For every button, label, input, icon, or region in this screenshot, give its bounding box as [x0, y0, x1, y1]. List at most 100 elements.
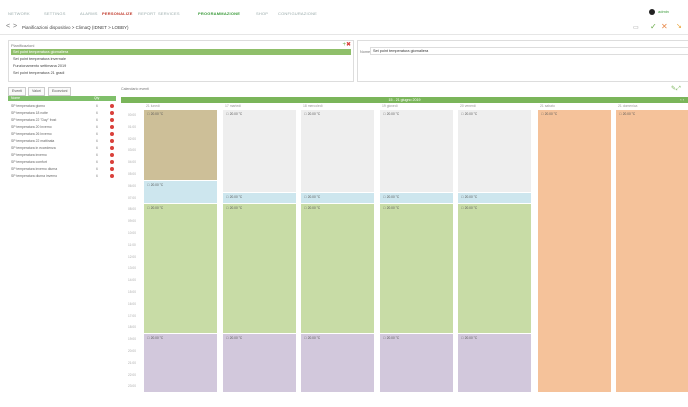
delete-event-icon[interactable]: [110, 174, 114, 178]
schedule-block[interactable]: ☐ 20.00 °C: [301, 334, 374, 393]
event-list-item[interactable]: SP temperatura 22 mattinata 6: [8, 138, 116, 144]
schedule-block[interactable]: ☐ 20.00 °C: [301, 204, 374, 334]
day-header: 18 mercoledì: [303, 104, 323, 108]
nav-programmazione[interactable]: PROGRAMMAZIONE: [198, 11, 240, 16]
schedule-block[interactable]: ☐ 20.00 °C: [223, 110, 296, 192]
plan-row[interactable]: Set point temperatura 21 gradi: [11, 70, 351, 76]
event-list-item[interactable]: SP temperatura in eccedenza 6: [8, 145, 116, 151]
time-label: 16:00: [128, 301, 136, 306]
schedule-block[interactable]: ☐ 20.00 °C: [301, 110, 374, 192]
delete-event-icon[interactable]: [110, 160, 114, 164]
forward-button[interactable]: >: [13, 23, 17, 30]
day-column[interactable]: ☐ 20.00 °C ☐ 20.00 °C ☐ 20.00 °C ☐ 20.00 °C: [458, 110, 531, 393]
schedule-block[interactable]: ☐ 20.00 °C: [223, 204, 296, 334]
delete-event-icon[interactable]: [110, 139, 114, 143]
nav-services[interactable]: SERVICES: [158, 11, 180, 16]
delete-event-icon[interactable]: [110, 125, 114, 129]
nav-configurazione[interactable]: CONFIGURAZIONE: [278, 11, 317, 16]
print-icon[interactable]: ▭: [633, 24, 639, 31]
day-column[interactable]: ☐ 20.00 °C ☐ 20.00 °C ☐ 20.00 °C ☐ 20.00 °C: [301, 110, 374, 393]
plan-row[interactable]: Funzionamento settimana 2019: [11, 63, 351, 69]
nav-alarms[interactable]: ALARMS: [80, 11, 98, 16]
tab-valori[interactable]: Valori: [28, 87, 45, 96]
event-list-item[interactable]: SP temperatura giorno 6: [8, 103, 116, 109]
nav-report[interactable]: REPORT: [138, 11, 156, 16]
block-label: ☐ 20.00 °C: [541, 112, 558, 116]
day-header: 19 giovedì: [382, 104, 398, 108]
top-navigation: NETWORK SETTINGS ALARMS PERSONALIZE REPO…: [0, 0, 688, 20]
schedule-block[interactable]: ☐ 20.00 °C: [223, 334, 296, 393]
schedule-block[interactable]: ☐ 20.00 °C: [144, 334, 217, 393]
schedule-block[interactable]: ☐ 20.00 °C: [458, 192, 531, 204]
user-name[interactable]: admin: [658, 9, 669, 14]
event-list-item[interactable]: SP temperatura comfort 6: [8, 159, 116, 165]
delete-event-icon[interactable]: [110, 153, 114, 157]
nav-network[interactable]: NETWORK: [8, 11, 30, 16]
event-list-item[interactable]: SP temperatura 18 notte 6: [8, 110, 116, 116]
delete-event-icon[interactable]: [110, 111, 114, 115]
schedule-block[interactable]: ☐ 20.00 °C: [144, 110, 217, 180]
maximize-icon[interactable]: ⤢: [676, 86, 681, 92]
event-qty: 6: [96, 118, 98, 122]
block-label: ☐ 20.00 °C: [304, 194, 321, 199]
event-list-item[interactable]: SP temperatura 22 "Day" frost 6: [8, 117, 116, 123]
day-header: 20 venerdì: [460, 104, 477, 108]
delete-event-icon[interactable]: [110, 167, 114, 171]
schedule-block[interactable]: ☐ 20.00 °C: [458, 110, 531, 192]
calendar-header: 15 - 21 giugno 2019 ‹ ›: [121, 97, 688, 103]
schedule-block[interactable]: ☐ 20.00 °C: [301, 192, 374, 204]
schedule-block[interactable]: ☐ 20.00 °C: [380, 204, 453, 334]
day-column[interactable]: ☐ 20.00 °C ☐ 20.00 °C ☐ 20.00 °C ☐ 20.00 °C: [144, 110, 217, 393]
time-label: 00:00: [128, 113, 136, 117]
plan-list-panel: Pianificazioni +✖ Set point temperatura …: [8, 40, 354, 82]
block-label: ☐ 20.00 °C: [304, 336, 321, 341]
schedule-block[interactable]: ☐ 20.00 °C: [223, 192, 296, 204]
plan-row[interactable]: Set point temperatura giornaliera: [11, 49, 351, 55]
nav-settings[interactable]: SETTINGS: [44, 11, 66, 16]
calendar-nav-arrows[interactable]: ‹ ›: [680, 97, 684, 103]
close-icon[interactable]: ↘: [676, 22, 682, 30]
schedule-block[interactable]: ☐ 20.00 °C: [144, 204, 217, 334]
event-list-item[interactable]: SP temperatura diurna inverno 6: [8, 173, 116, 179]
schedule-block[interactable]: ☐ 20.00 °C: [380, 110, 453, 192]
save-icon[interactable]: ✓: [650, 22, 657, 31]
event-name: SP temperatura inverno: [11, 153, 47, 157]
block-label: ☐ 20.00 °C: [226, 194, 243, 199]
time-label: 18:00: [128, 325, 136, 330]
schedule-block[interactable]: ☐ 20.00 °C: [458, 204, 531, 334]
tab-eventi[interactable]: Eventi: [8, 87, 26, 96]
event-name: SP temperatura 22 mattinata: [11, 139, 55, 143]
day-column[interactable]: ☐ 20.00 °C ☐ 20.00 °C ☐ 20.00 °C ☐ 20.00 °C: [380, 110, 453, 393]
delete-event-icon[interactable]: [110, 104, 114, 108]
delete-icon[interactable]: ✖: [346, 42, 351, 48]
name-input[interactable]: Set point temperatura giornaliera: [370, 47, 688, 55]
day-column[interactable]: ☐ 20.00 °C: [538, 110, 611, 393]
delete-event-icon[interactable]: [110, 146, 114, 150]
day-column[interactable]: ☐ 20.00 °C ☐ 20.00 °C ☐ 20.00 °C ☐ 20.00 °C: [223, 110, 296, 393]
event-qty: 6: [96, 167, 98, 171]
event-list-item[interactable]: SP temperatura 20 Inverno 6: [8, 124, 116, 130]
schedule-block[interactable]: ☐ 20.00 °C: [144, 180, 217, 204]
block-label: ☐ 20.00 °C: [147, 206, 164, 211]
event-list-item[interactable]: SP temperatura inverno diurna 6: [8, 166, 116, 172]
nav-shop[interactable]: SHOP: [256, 11, 268, 16]
schedule-block[interactable]: ☐ 20.00 °C: [616, 110, 688, 393]
event-list-item[interactable]: SP temperatura inverno 6: [8, 152, 116, 158]
schedule-block[interactable]: ☐ 20.00 °C: [458, 334, 531, 393]
tab-eccezioni[interactable]: Eccezioni: [48, 87, 72, 96]
plan-row[interactable]: Set point temperatura invernale: [11, 56, 351, 62]
delete-event-icon[interactable]: [110, 132, 114, 136]
block-label: ☐ 20.00 °C: [383, 336, 400, 341]
day-column[interactable]: ☐ 20.00 °C: [616, 110, 688, 393]
delete-event-icon[interactable]: [110, 118, 114, 122]
event-list-item[interactable]: SP temperatura 26 Inverno 6: [8, 131, 116, 137]
back-button[interactable]: <: [6, 23, 10, 30]
schedule-block[interactable]: ☐ 20.00 °C: [380, 334, 453, 393]
column-name: Nome: [11, 96, 21, 100]
user-avatar-icon[interactable]: [649, 9, 655, 15]
cancel-icon[interactable]: ✕: [661, 22, 668, 31]
block-label: ☐ 20.00 °C: [619, 112, 636, 116]
schedule-block[interactable]: ☐ 20.00 °C: [538, 110, 611, 393]
nav-personalize[interactable]: PERSONALIZE: [102, 11, 133, 16]
schedule-block[interactable]: ☐ 20.00 °C: [380, 192, 453, 204]
